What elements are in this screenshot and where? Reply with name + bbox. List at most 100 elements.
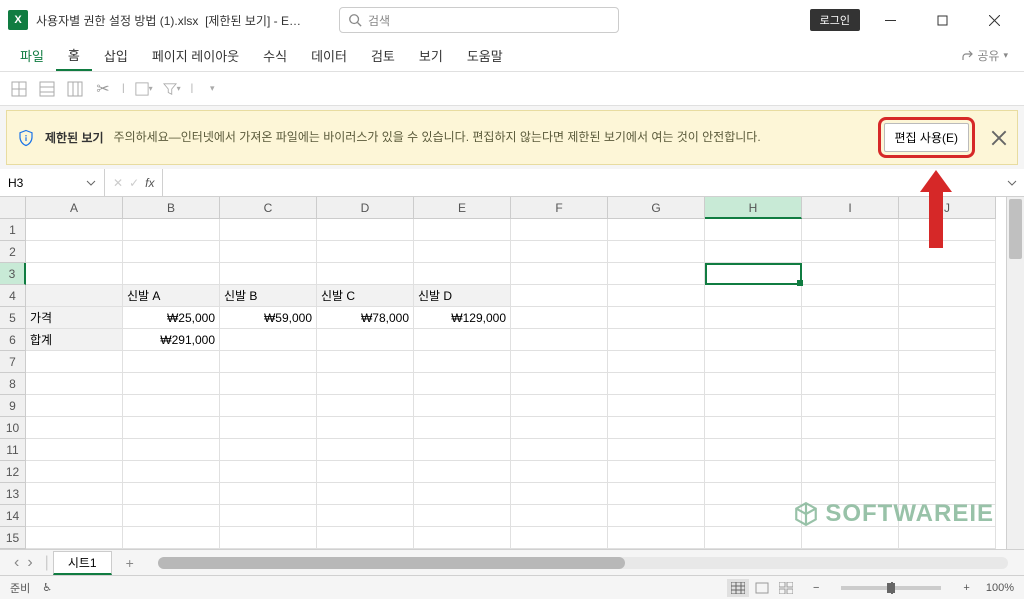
cell[interactable]	[608, 461, 705, 483]
row-header[interactable]: 5	[0, 307, 26, 329]
cell[interactable]	[317, 395, 414, 417]
cell[interactable]	[802, 373, 899, 395]
cell[interactable]	[26, 373, 123, 395]
row-header[interactable]: 11	[0, 439, 26, 461]
add-sheet-button[interactable]: +	[116, 555, 144, 571]
column-header[interactable]: F	[511, 197, 608, 219]
cell[interactable]	[899, 417, 996, 439]
cell[interactable]	[414, 241, 511, 263]
cell[interactable]	[608, 417, 705, 439]
cell[interactable]	[220, 329, 317, 351]
cell[interactable]	[123, 527, 220, 549]
cell[interactable]	[802, 307, 899, 329]
normal-view-button[interactable]	[727, 579, 749, 597]
cell[interactable]	[608, 219, 705, 241]
cell[interactable]	[705, 527, 802, 549]
row-header[interactable]: 1	[0, 219, 26, 241]
cell[interactable]	[26, 351, 123, 373]
row-header[interactable]: 3	[0, 263, 26, 285]
cell[interactable]	[899, 395, 996, 417]
cell[interactable]	[899, 461, 996, 483]
cell[interactable]	[26, 461, 123, 483]
cell[interactable]	[220, 263, 317, 285]
cell[interactable]	[899, 307, 996, 329]
cell[interactable]	[123, 241, 220, 263]
cell[interactable]	[899, 483, 996, 505]
cell[interactable]	[220, 483, 317, 505]
cell[interactable]	[317, 241, 414, 263]
cell[interactable]	[511, 395, 608, 417]
zoom-in-button[interactable]: +	[959, 582, 973, 594]
cell[interactable]	[802, 219, 899, 241]
cell[interactable]	[705, 219, 802, 241]
minimize-button[interactable]	[868, 5, 912, 35]
cell[interactable]	[705, 373, 802, 395]
column-header[interactable]: A	[26, 197, 123, 219]
cell[interactable]	[123, 395, 220, 417]
cell[interactable]: 신발 A	[123, 285, 220, 307]
row-header[interactable]: 7	[0, 351, 26, 373]
cell[interactable]	[608, 307, 705, 329]
zoom-level[interactable]: 100%	[986, 582, 1014, 594]
fx-icon[interactable]: fx	[145, 176, 154, 190]
cell[interactable]	[802, 329, 899, 351]
row-header[interactable]: 15	[0, 527, 26, 549]
cell[interactable]	[802, 505, 899, 527]
maximize-button[interactable]	[920, 5, 964, 35]
cell[interactable]	[899, 439, 996, 461]
cell[interactable]	[220, 527, 317, 549]
cell[interactable]	[608, 351, 705, 373]
cell[interactable]	[26, 483, 123, 505]
row-header[interactable]: 8	[0, 373, 26, 395]
cell[interactable]	[802, 439, 899, 461]
cell[interactable]	[123, 417, 220, 439]
row-header[interactable]: 14	[0, 505, 26, 527]
filter-icon[interactable]: ▾	[163, 80, 181, 98]
accessibility-icon[interactable]: ♿︎	[42, 581, 52, 594]
enter-icon[interactable]: ✓	[129, 176, 139, 190]
cell[interactable]	[123, 483, 220, 505]
cell[interactable]	[26, 395, 123, 417]
cell[interactable]	[802, 351, 899, 373]
cell[interactable]: 신발 B	[220, 285, 317, 307]
cell[interactable]	[26, 417, 123, 439]
cell[interactable]: 합계	[26, 329, 123, 351]
cell[interactable]	[123, 263, 220, 285]
cell[interactable]	[608, 483, 705, 505]
cell[interactable]	[220, 373, 317, 395]
cell[interactable]	[220, 439, 317, 461]
page-break-view-button[interactable]	[775, 579, 797, 597]
cell[interactable]	[802, 285, 899, 307]
cell[interactable]	[220, 417, 317, 439]
vertical-scrollbar[interactable]	[1006, 197, 1024, 549]
cell[interactable]	[608, 329, 705, 351]
zoom-slider[interactable]	[841, 586, 941, 590]
cell[interactable]	[705, 351, 802, 373]
cut-icon[interactable]: ✂	[94, 80, 112, 98]
cell[interactable]	[317, 527, 414, 549]
cell[interactable]	[705, 439, 802, 461]
share-button[interactable]: 공유 ▾	[953, 47, 1016, 64]
row-header[interactable]: 13	[0, 483, 26, 505]
cell[interactable]	[317, 417, 414, 439]
cell[interactable]	[802, 241, 899, 263]
cell[interactable]	[511, 483, 608, 505]
cell[interactable]	[414, 461, 511, 483]
close-icon[interactable]	[991, 130, 1007, 146]
cell[interactable]	[220, 351, 317, 373]
cell[interactable]	[608, 527, 705, 549]
cell[interactable]	[705, 263, 802, 285]
cell[interactable]	[26, 241, 123, 263]
cell[interactable]	[705, 483, 802, 505]
cell[interactable]	[414, 483, 511, 505]
row-header[interactable]: 9	[0, 395, 26, 417]
cell[interactable]	[317, 219, 414, 241]
cell[interactable]	[511, 219, 608, 241]
cell[interactable]	[220, 241, 317, 263]
formula-input[interactable]	[163, 169, 1000, 196]
cell[interactable]	[123, 373, 220, 395]
login-button[interactable]: 로그인	[810, 9, 860, 31]
cell[interactable]: ₩59,000	[220, 307, 317, 329]
cell[interactable]	[123, 351, 220, 373]
cell[interactable]	[511, 461, 608, 483]
